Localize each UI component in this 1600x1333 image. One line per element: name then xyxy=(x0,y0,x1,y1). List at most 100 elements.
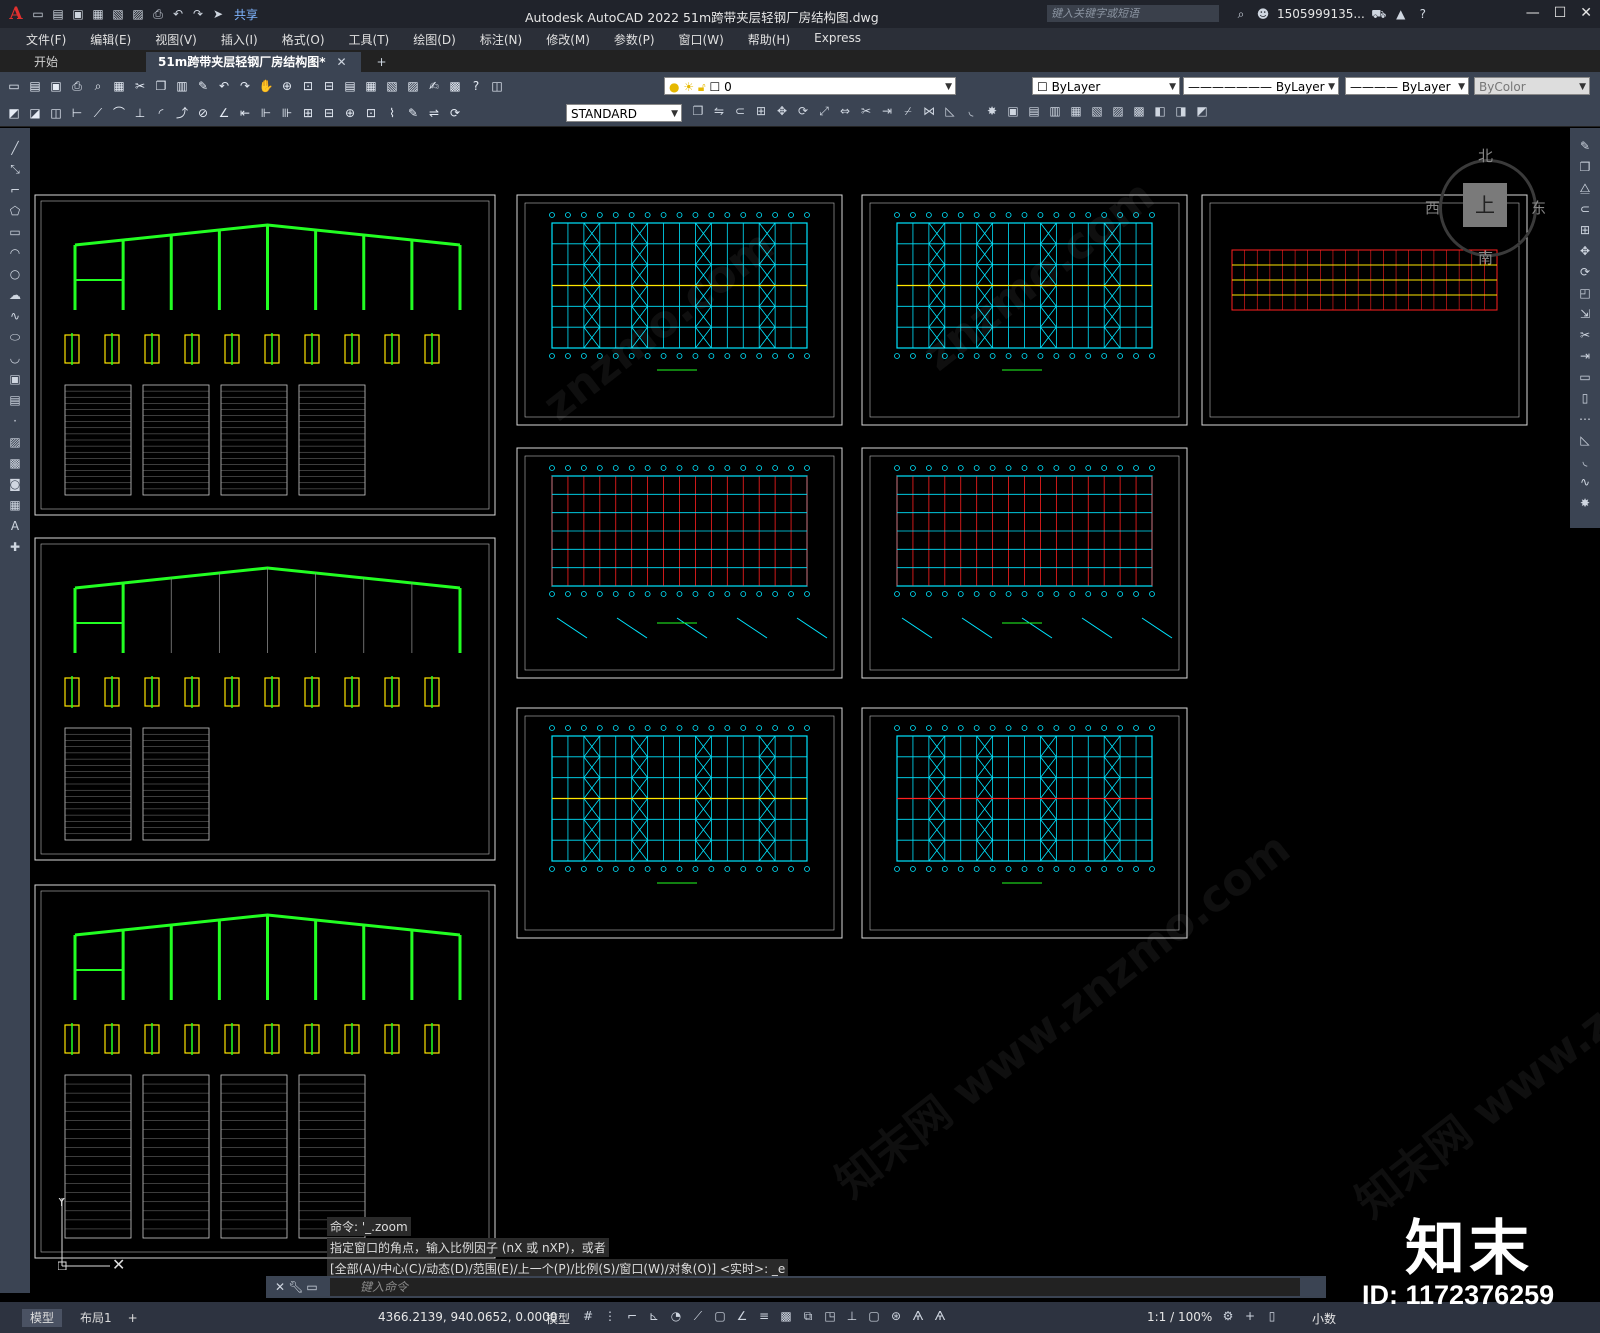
break-at-point-icon[interactable]: ▭ xyxy=(1577,369,1593,385)
rotate-icon[interactable]: ⟳ xyxy=(1577,264,1593,280)
zoom-previous-icon[interactable]: ⊟ xyxy=(321,78,337,94)
join-icon[interactable]: ⋯ xyxy=(1577,411,1593,427)
stretch-icon[interactable]: ⇔ xyxy=(837,103,853,119)
copy-icon[interactable]: ❐ xyxy=(690,103,706,119)
hatch-icon[interactable]: ◨ xyxy=(1173,103,1189,119)
ellipse-icon[interactable]: ⬭ xyxy=(7,329,23,345)
explode-icon[interactable]: ✸ xyxy=(1577,495,1593,511)
cut-icon[interactable]: ✂ xyxy=(132,78,148,94)
viewcube-east[interactable]: 东 xyxy=(1531,197,1546,218)
fillet-icon[interactable]: ◟ xyxy=(1577,453,1593,469)
polygon-icon[interactable]: ⬠ xyxy=(7,203,23,219)
coordinates-readout[interactable]: 4366.2139, 940.0652, 0.0000 xyxy=(378,1310,557,1324)
selection-filter-icon[interactable]: ▢ xyxy=(866,1308,882,1324)
dim-aligned-icon[interactable]: ⟋ xyxy=(90,105,106,121)
move-icon[interactable]: ✥ xyxy=(1577,243,1593,259)
tab-drawing[interactable]: 51m跨带夹层轻钢厂房结构图* ✕ xyxy=(146,52,362,72)
publish-icon[interactable]: ▦ xyxy=(111,78,127,94)
chamfer-icon[interactable]: ◺ xyxy=(942,103,958,119)
menu-window[interactable]: 窗口(W) xyxy=(667,31,736,48)
grid-icon[interactable]: # xyxy=(580,1308,596,1324)
close-icon[interactable]: ✕ xyxy=(1580,5,1592,21)
properties-icon[interactable]: ▤ xyxy=(342,78,358,94)
mirror-icon[interactable]: ⧋ xyxy=(1577,180,1593,196)
text-style-dropdown[interactable]: STANDARD ▼ xyxy=(566,104,682,122)
viewcube-south[interactable]: 南 xyxy=(1478,247,1493,268)
mtext-icon[interactable]: A xyxy=(7,518,23,534)
linetype-dropdown[interactable]: ——————— ByLayer ▼ xyxy=(1183,77,1339,95)
viewcube-west[interactable]: 西 xyxy=(1425,197,1440,218)
isolate-icon[interactable]: ▯ xyxy=(1264,1308,1280,1324)
extend-icon[interactable]: ⇥ xyxy=(1577,348,1593,364)
save-icon[interactable]: ▣ xyxy=(70,6,86,22)
xref-icon[interactable]: ▦ xyxy=(1068,103,1084,119)
extend-icon[interactable]: ⇥ xyxy=(879,103,895,119)
toolpalettes-icon[interactable]: ▧ xyxy=(384,78,400,94)
polar-icon[interactable]: ◔ xyxy=(668,1308,684,1324)
open-folder-icon[interactable]: ▤ xyxy=(50,6,66,22)
matchprop-icon[interactable]: ✎ xyxy=(195,78,211,94)
gradient-icon[interactable]: ◩ xyxy=(1194,103,1210,119)
lineweight-dropdown[interactable]: ———— ByLayer ▼ xyxy=(1345,77,1469,95)
dim-diameter-icon[interactable]: ⊘ xyxy=(195,105,211,121)
table-icon[interactable]: ▦ xyxy=(7,497,23,513)
region-icon[interactable]: ◧ xyxy=(1152,103,1168,119)
save-icon[interactable]: ▣ xyxy=(48,78,64,94)
otrack-icon[interactable]: ∠ xyxy=(734,1308,750,1324)
dim-textedit-icon[interactable]: ⇌ xyxy=(426,105,442,121)
line-icon[interactable]: ╱ xyxy=(7,140,23,156)
paste-icon[interactable]: ▥ xyxy=(174,78,190,94)
move-icon[interactable]: ✥ xyxy=(774,103,790,119)
break-icon[interactable]: ⌿ xyxy=(900,103,916,119)
ortho-icon[interactable]: ⊾ xyxy=(646,1308,662,1324)
workspace-icon[interactable]: ◩ xyxy=(6,105,22,121)
color-dropdown[interactable]: ☐ ByLayer ▼ xyxy=(1032,77,1180,95)
array-icon[interactable]: ⊞ xyxy=(1577,222,1593,238)
stretch-icon[interactable]: ⇲ xyxy=(1577,306,1593,322)
autocad-logo-icon[interactable]: A xyxy=(6,4,26,24)
spline-icon[interactable]: ∿ xyxy=(7,308,23,324)
attribute-icon[interactable]: ▥ xyxy=(1047,103,1063,119)
table-icon[interactable]: ▩ xyxy=(1131,103,1147,119)
insert-block-icon[interactable]: ▣ xyxy=(7,371,23,387)
jog-line-icon[interactable]: ⌇ xyxy=(384,105,400,121)
redo-icon[interactable]: ↷ xyxy=(190,6,206,22)
minimize-icon[interactable]: — xyxy=(1526,5,1540,21)
ellipse-arc-icon[interactable]: ◡ xyxy=(7,350,23,366)
dim-edit-icon[interactable]: ✎ xyxy=(405,105,421,121)
dim-radius-icon[interactable]: ◜ xyxy=(153,105,169,121)
offset-icon[interactable]: ⊂ xyxy=(1577,201,1593,217)
dim-continue-icon[interactable]: ⊪ xyxy=(279,105,295,121)
drawing-canvas[interactable] xyxy=(30,128,1570,1278)
undo-icon[interactable]: ↶ xyxy=(170,6,186,22)
menu-dimension[interactable]: 标注(N) xyxy=(468,31,534,48)
calculator-icon[interactable]: ▩ xyxy=(447,78,463,94)
mirror-icon[interactable]: ⇋ xyxy=(711,103,727,119)
transparency-icon[interactable]: ▩ xyxy=(778,1308,794,1324)
close-tab-icon[interactable]: ✕ xyxy=(333,54,349,70)
layer-prev-icon[interactable]: ◫ xyxy=(48,105,64,121)
snap-icon[interactable]: ⋮ xyxy=(602,1308,618,1324)
trim-icon[interactable]: ✂ xyxy=(858,103,874,119)
arc-icon[interactable]: ◠ xyxy=(7,245,23,261)
search-input[interactable]: 键入关键字或短语 xyxy=(1047,5,1219,22)
plot-icon[interactable]: ⎙ xyxy=(69,78,85,94)
array-icon[interactable]: ⊞ xyxy=(753,103,769,119)
infer-icon[interactable]: ⌐ xyxy=(624,1308,640,1324)
blend-icon[interactable]: ∿ xyxy=(1577,474,1593,490)
layer-state-icon[interactable]: ◪ xyxy=(27,105,43,121)
make-block-icon[interactable]: ▤ xyxy=(7,392,23,408)
dim-linear-icon[interactable]: ⊢ xyxy=(69,105,85,121)
osnap-icon[interactable]: ▢ xyxy=(712,1308,728,1324)
erase-icon[interactable]: ✎ xyxy=(1577,138,1593,154)
dim-angular-icon[interactable]: ∠ xyxy=(216,105,232,121)
command-input[interactable]: 键入命令 xyxy=(330,1278,1300,1296)
zoom-window-icon[interactable]: ⊡ xyxy=(300,78,316,94)
trim-icon[interactable]: ✂ xyxy=(1577,327,1593,343)
region-icon[interactable]: ◙ xyxy=(7,476,23,492)
wrench-icon[interactable]: 🔧︎ xyxy=(288,1279,304,1295)
add-layout-icon[interactable]: + xyxy=(120,1309,146,1327)
menu-view[interactable]: 视图(V) xyxy=(143,31,209,48)
dim-ordinate-icon[interactable]: ⊥ xyxy=(132,105,148,121)
menu-file[interactable]: 文件(F) xyxy=(14,31,78,48)
